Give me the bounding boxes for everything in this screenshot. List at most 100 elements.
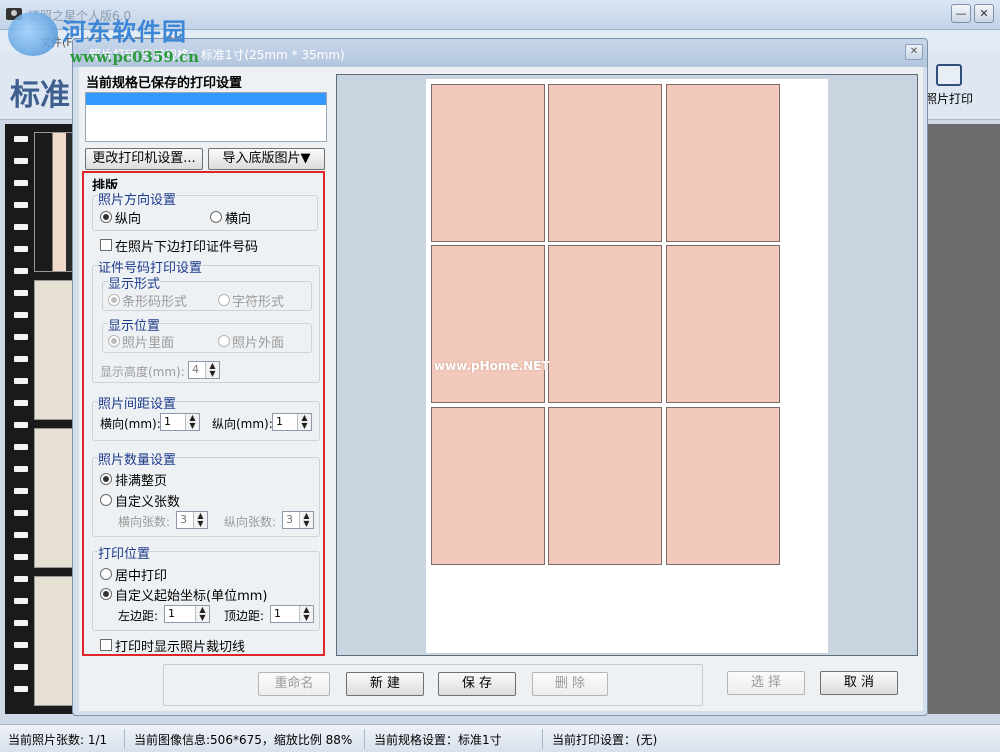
film-hole	[14, 510, 28, 516]
minimize-button[interactable]: —	[951, 4, 971, 23]
display-height-spinner[interactable]: 4 ▲ ▼	[188, 361, 220, 379]
watermark-url: www.pc0359.cn	[70, 48, 200, 66]
status-separator	[542, 729, 543, 749]
preview-photo-cell	[548, 407, 662, 565]
fill-page-radio[interactable]	[100, 473, 112, 485]
top-margin-value[interactable]: 1	[274, 607, 281, 620]
film-hole	[14, 202, 28, 208]
preview-photo-cell	[548, 84, 662, 242]
film-hole	[14, 554, 28, 560]
custom-count-radio[interactable]	[100, 494, 112, 506]
barcode-radio[interactable]	[108, 294, 120, 306]
text-form-radio[interactable]	[218, 294, 230, 306]
spacing-vertical-spinner[interactable]: 1 ▲ ▼	[272, 413, 312, 431]
film-hole	[14, 268, 28, 274]
inside-photo-radio[interactable]	[108, 335, 120, 347]
vertical-count-spinner[interactable]: 3 ▲ ▼	[282, 511, 314, 529]
horizontal-count-value[interactable]: 3	[180, 513, 187, 526]
photo-print-tool-label: 照片打印	[925, 92, 974, 106]
film-hole	[14, 136, 28, 142]
preview-photo-cell	[548, 245, 662, 403]
preview-photo-cell	[431, 84, 545, 242]
main-big-title: 标准	[10, 78, 70, 113]
spinner-arrows-icon[interactable]: ▲ ▼	[297, 414, 311, 430]
center-print-label[interactable]: 居中打印	[115, 565, 167, 584]
portrait-radio[interactable]	[100, 211, 112, 223]
display-height-value[interactable]: 4	[192, 363, 199, 376]
custom-origin-label[interactable]: 自定义起始坐标(单位mm)	[115, 585, 267, 604]
center-print-radio[interactable]	[100, 568, 112, 580]
status-bar: 当前照片张数: 1/1 当前图像信息:506*675，缩放比例 88% 当前规格…	[0, 724, 1000, 752]
dialog-button-group	[163, 664, 703, 706]
film-hole	[14, 664, 28, 670]
barcode-label[interactable]: 条形码形式	[122, 291, 187, 310]
save-button[interactable]: 保 存	[438, 672, 516, 696]
left-margin-label: 左边距:	[118, 609, 159, 623]
print-id-number-label[interactable]: 在照片下边打印证件号码	[115, 236, 258, 255]
preview-photo-cell	[666, 245, 780, 403]
vertical-count-label: 纵向张数:	[224, 515, 277, 529]
outside-photo-label[interactable]: 照片外面	[232, 332, 284, 351]
spinner-arrows-icon[interactable]: ▲ ▼	[193, 512, 207, 528]
landscape-radio[interactable]	[210, 211, 222, 223]
fill-page-label[interactable]: 排满整页	[115, 470, 167, 489]
print-id-number-checkbox[interactable]	[100, 239, 112, 251]
cancel-button[interactable]: 取 消	[820, 671, 898, 695]
custom-origin-radio[interactable]	[100, 588, 112, 600]
photo-print-tool-button[interactable]: 照片打印	[925, 62, 973, 112]
watermark-site-name: 河东软件园	[62, 18, 187, 46]
film-hole	[14, 444, 28, 450]
spinner-arrows-icon[interactable]: ▲ ▼	[185, 414, 199, 430]
spinner-arrows-icon[interactable]: ▲ ▼	[205, 362, 219, 378]
film-hole	[14, 224, 28, 230]
saved-settings-selected-row[interactable]	[86, 93, 326, 105]
horizontal-count-spinner[interactable]: 3 ▲ ▼	[176, 511, 208, 529]
outside-photo-radio[interactable]	[218, 335, 230, 347]
spinner-arrows-icon[interactable]: ▲ ▼	[195, 606, 209, 622]
saved-settings-list[interactable]	[85, 92, 327, 142]
delete-button[interactable]: 删 除	[532, 672, 608, 696]
main-close-button[interactable]: ✕	[974, 4, 994, 23]
inside-photo-label[interactable]: 照片里面	[122, 332, 174, 351]
spacing-vertical-value[interactable]: 1	[276, 415, 283, 428]
change-printer-settings-button[interactable]: 更改打印机设置...	[85, 148, 203, 170]
saved-settings-label: 当前规格已保存的打印设置	[86, 76, 243, 91]
top-margin-spinner[interactable]: 1 ▲ ▼	[270, 605, 314, 623]
count-group-title: 照片数量设置	[98, 449, 177, 468]
display-height-label: 显示高度(mm):	[100, 365, 185, 379]
film-hole	[14, 356, 28, 362]
status-photo-count: 当前照片张数: 1/1	[8, 733, 108, 747]
left-margin-spinner[interactable]: 1 ▲ ▼	[164, 605, 210, 623]
film-strip	[5, 124, 80, 714]
spacing-horizontal-spinner[interactable]: 1 ▲ ▼	[160, 413, 200, 431]
preview-photo-cell	[431, 407, 545, 565]
printer-icon	[936, 64, 962, 86]
film-hole	[14, 532, 28, 538]
preview-watermark: www.pHome.NET	[434, 359, 550, 373]
show-cut-lines-label[interactable]: 打印时显示照片裁切线	[115, 636, 245, 655]
status-separator	[124, 729, 125, 749]
print-preview-area	[336, 74, 918, 656]
dialog-close-button[interactable]: ✕	[905, 44, 923, 60]
landscape-label[interactable]: 横向	[225, 208, 251, 227]
new-button[interactable]: 新 建	[346, 672, 424, 696]
text-form-label[interactable]: 字符形式	[232, 291, 284, 310]
film-hole	[14, 334, 28, 340]
spinner-arrows-icon[interactable]: ▲ ▼	[299, 606, 313, 622]
spinner-arrows-icon[interactable]: ▲ ▼	[299, 512, 313, 528]
film-hole	[14, 642, 28, 648]
preview-photo-cell	[666, 84, 780, 242]
site-watermark: 河东软件园 www.pc0359.cn	[8, 8, 208, 68]
rename-button[interactable]: 重命名	[258, 672, 330, 696]
portrait-label[interactable]: 纵向	[115, 208, 141, 227]
import-base-image-button[interactable]: 导入底版图片▼	[208, 148, 325, 170]
vertical-count-value[interactable]: 3	[286, 513, 293, 526]
layout-settings-panel: 排版 照片方向设置 纵向 横向 在照片下边打印证件号码 证件号码打印设置 显示形…	[82, 171, 325, 656]
dialog-content-layer: 当前规格已保存的打印设置 更改打印机设置... 导入底版图片▼ 排版 照片方向设…	[0, 0, 1000, 752]
select-button[interactable]: 选 择	[727, 671, 805, 695]
custom-count-label[interactable]: 自定义张数	[115, 491, 180, 510]
main-workspace-area	[928, 124, 1000, 714]
left-margin-value[interactable]: 1	[168, 607, 175, 620]
spacing-horizontal-value[interactable]: 1	[164, 415, 171, 428]
show-cut-lines-checkbox[interactable]	[100, 639, 112, 651]
